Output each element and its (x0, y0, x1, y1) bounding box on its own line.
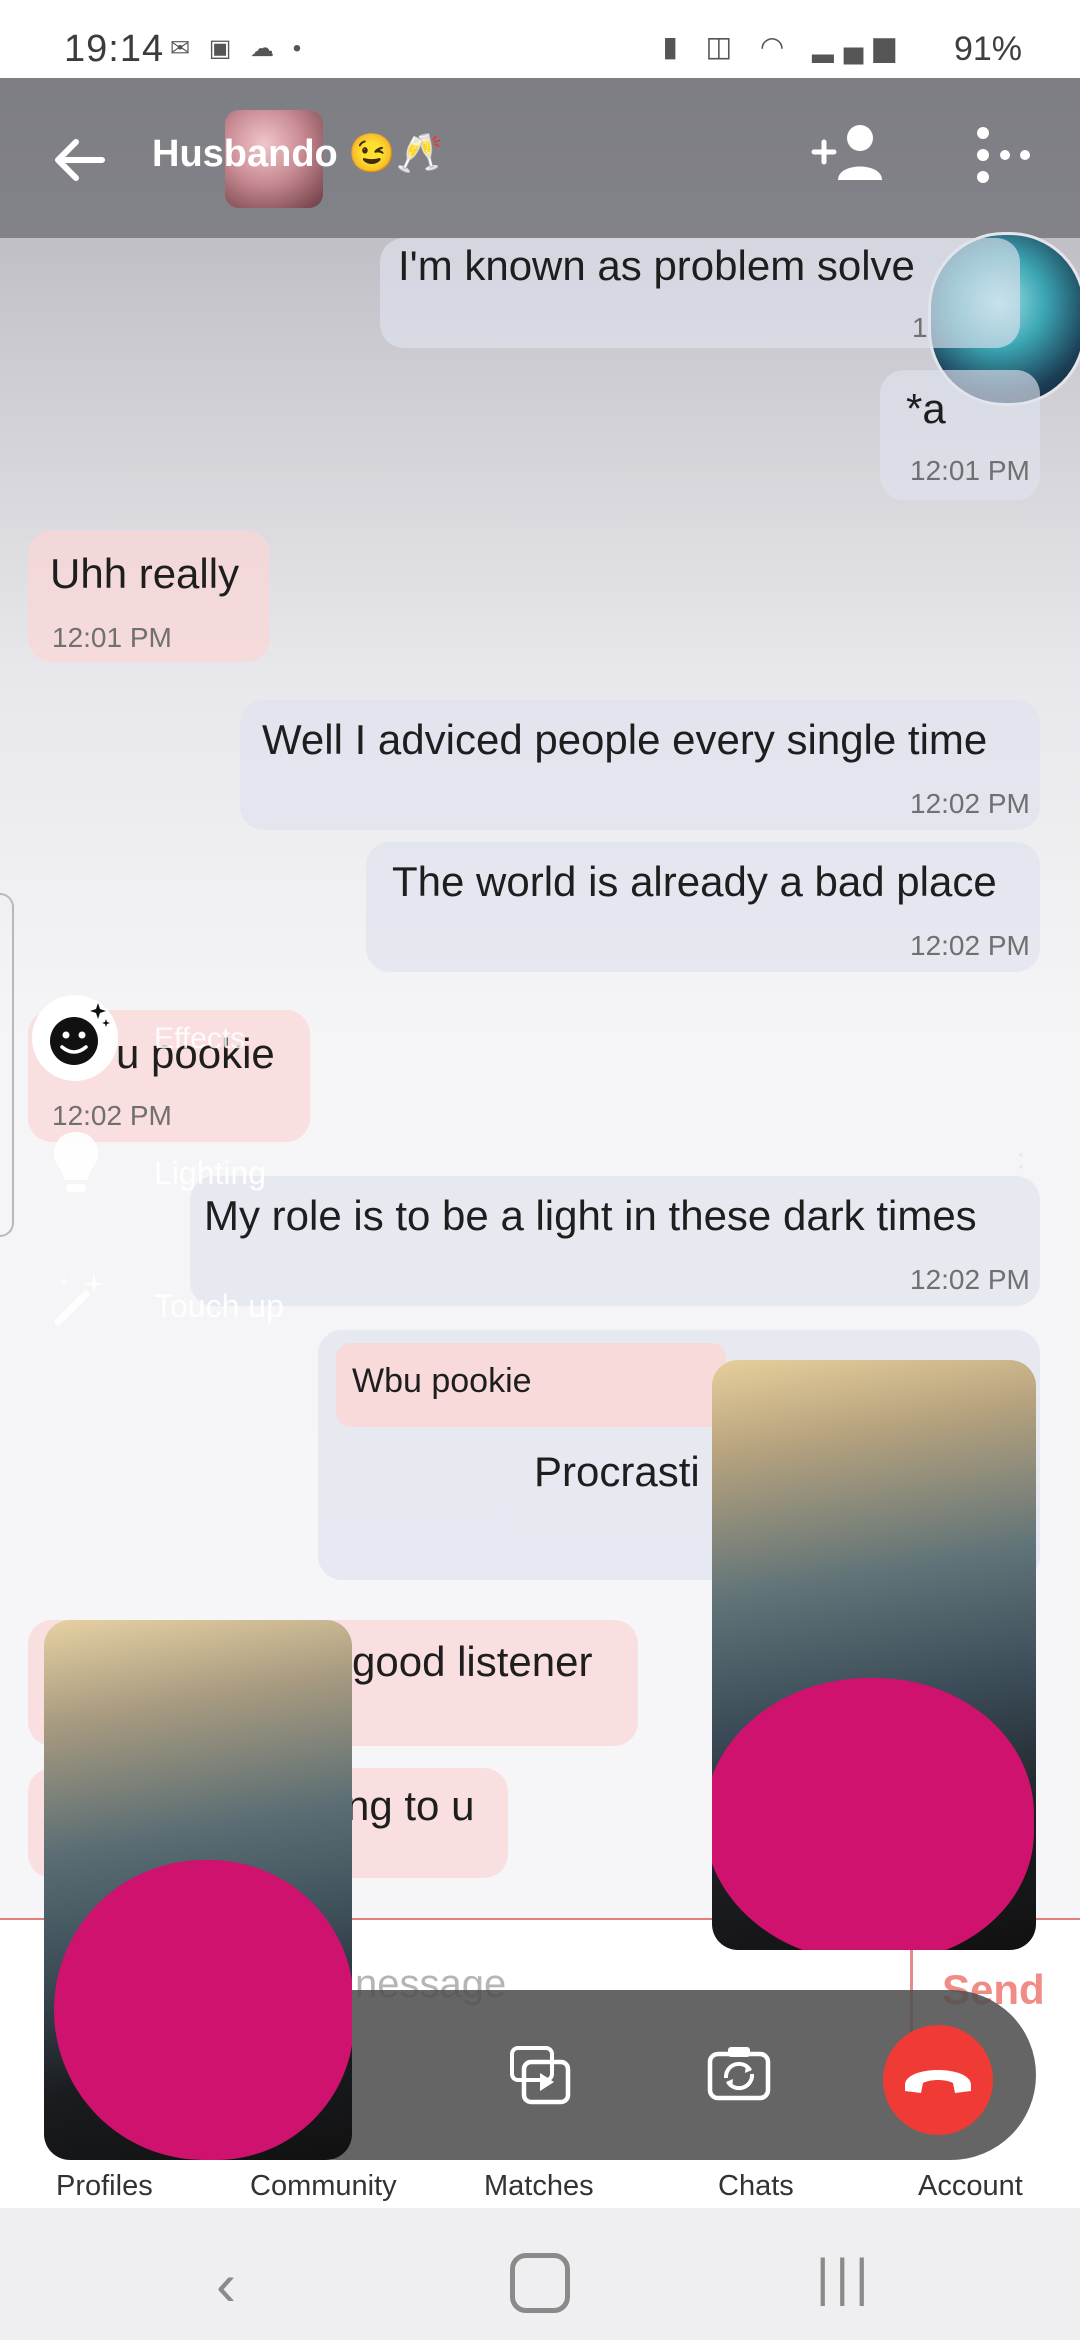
switch-camera-icon[interactable] (706, 2042, 772, 2108)
message-text: I'm known as problem solve (398, 242, 915, 289)
message-text: The world is already a bad place (392, 858, 997, 905)
nav-profiles[interactable]: Profiles (56, 2170, 153, 2203)
nav-community[interactable]: Community (250, 2170, 397, 2203)
remote-video-tile[interactable] (712, 1360, 1036, 1950)
end-call-button[interactable] (883, 2025, 993, 2135)
status-time: 19:14 (64, 28, 165, 70)
self-video-preview[interactable] (44, 1620, 352, 2160)
message-time: 12:02 PM (910, 930, 1030, 961)
lighting-label[interactable]: Lighting (154, 1155, 266, 1192)
nav-chats[interactable]: Chats (718, 2170, 794, 2203)
message-text: good listener (352, 1638, 593, 1685)
message-text: *a (906, 385, 946, 432)
message-text: Uhh really (50, 550, 240, 597)
system-recents-icon[interactable]: ||| (816, 2248, 875, 2308)
effects-label[interactable]: Effects (154, 1022, 245, 1056)
message-time: 1 (912, 312, 928, 343)
message-text: My role is to be a light in these dark t… (204, 1192, 977, 1239)
message-time: 12:02 PM (52, 1100, 172, 1131)
notification-icons: ✉ ▣ ☁ • (170, 35, 308, 62)
censor-overlay (54, 1860, 352, 2160)
lightbulb-icon[interactable] (52, 1130, 100, 1196)
message-time: 12:02 PM (910, 1264, 1030, 1295)
effects-panel-handle[interactable] (0, 893, 14, 1237)
panel-more-icon[interactable]: · · · (1016, 1139, 1026, 1193)
nav-matches[interactable]: Matches (484, 2170, 594, 2203)
message-time: 12:01 PM (910, 455, 1030, 486)
system-home-icon[interactable] (510, 2253, 570, 2313)
censor-overlay (712, 1678, 1034, 1950)
add-friend-icon[interactable] (810, 120, 886, 184)
message-time: 12:02 PM (910, 788, 1030, 819)
message-text: Procrasti (534, 1448, 700, 1495)
message-time: 12:01 PM (52, 622, 172, 653)
contact-name[interactable]: Husbando 😉🥂 (152, 132, 443, 176)
battery-percentage: 91% (953, 30, 1022, 68)
system-back-icon[interactable]: ‹ (216, 2250, 236, 2319)
system-status-icons: ▮ ◫ ◠ ▂▄▆ (662, 31, 905, 62)
magic-wand-icon[interactable] (50, 1268, 110, 1328)
quoted-text: Wbu pookie (352, 1362, 532, 1400)
message-text: ng to u (346, 1782, 475, 1829)
smiley-sparkle-icon (50, 1003, 110, 1065)
message-text: Well I adviced people every single time (262, 716, 988, 763)
effects-button[interactable] (32, 995, 118, 1081)
nav-account[interactable]: Account (918, 2170, 1023, 2203)
back-arrow-icon[interactable] (50, 130, 110, 190)
end-call-icon (905, 2070, 971, 2093)
more-options-icon[interactable] (975, 125, 1035, 185)
screen-share-icon[interactable] (508, 2044, 574, 2110)
touch-up-label[interactable]: Touch up (154, 1288, 284, 1325)
